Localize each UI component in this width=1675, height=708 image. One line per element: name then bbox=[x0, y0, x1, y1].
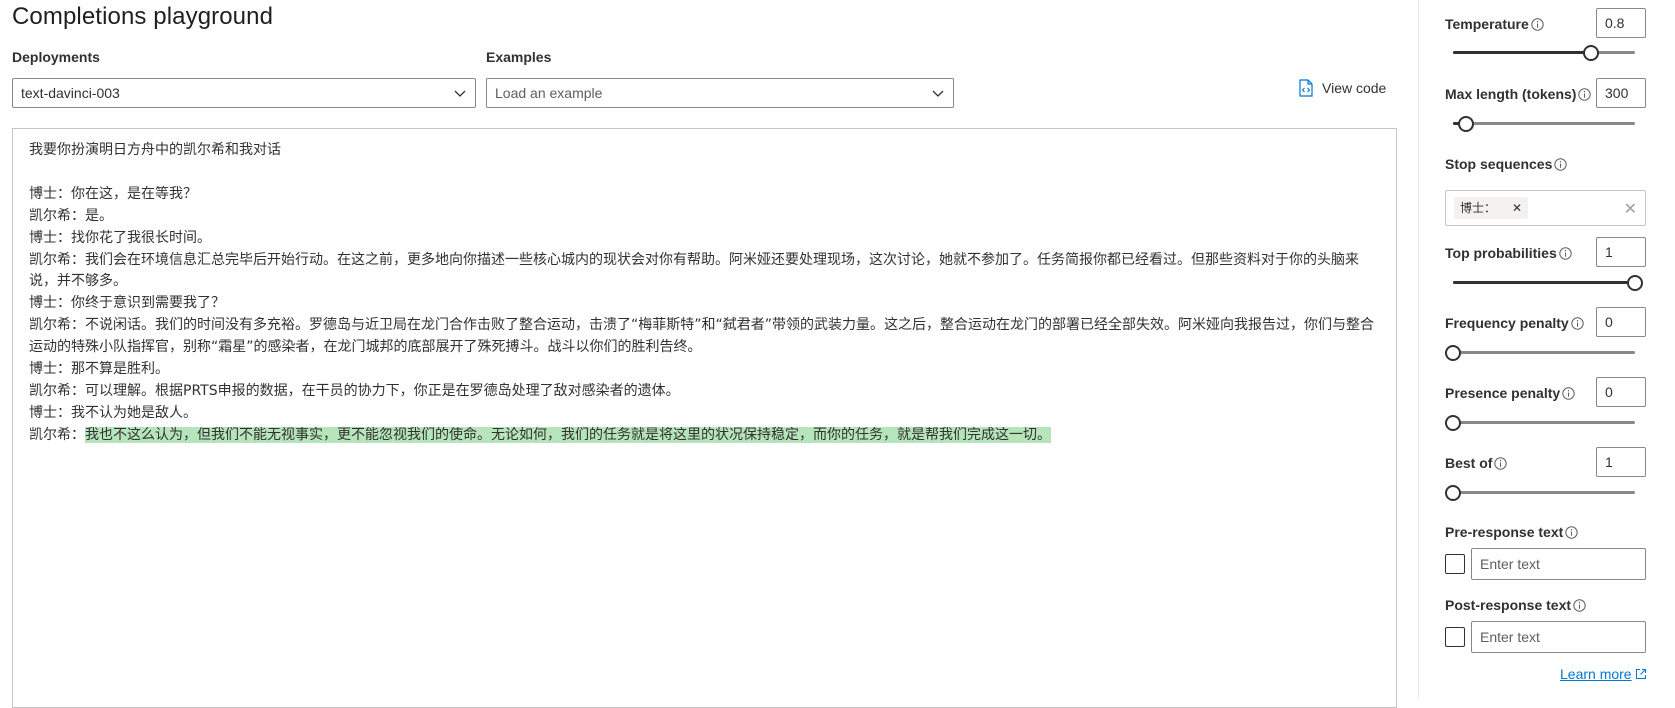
temperature-slider[interactable] bbox=[1453, 45, 1635, 61]
presence-penalty-slider[interactable] bbox=[1445, 415, 1635, 431]
info-icon[interactable] bbox=[1559, 247, 1572, 260]
view-code-button[interactable]: View code bbox=[1298, 79, 1393, 101]
temperature-input[interactable]: 0.8 bbox=[1596, 8, 1646, 38]
best-of-input[interactable]: 1 bbox=[1596, 447, 1646, 477]
generated-completion: 我也不这么认为，但我们不能无视事实，更不能忽视我们的使命。无论如何，我们的任务就… bbox=[85, 426, 1051, 443]
presence-penalty-label: Presence penalty bbox=[1445, 385, 1575, 401]
slider-thumb[interactable] bbox=[1627, 275, 1643, 291]
deployments-dropdown[interactable]: text-davinci-003 bbox=[12, 78, 476, 108]
presence-penalty-input[interactable]: 0 bbox=[1596, 377, 1646, 407]
slider-fill bbox=[1453, 281, 1635, 284]
top-p-label: Top probabilities bbox=[1445, 245, 1572, 261]
info-icon[interactable] bbox=[1554, 158, 1568, 171]
slider-fill bbox=[1453, 51, 1591, 54]
stop-sequences-label-text: Stop sequences bbox=[1445, 156, 1553, 172]
examples-placeholder: Load an example bbox=[495, 85, 603, 101]
code-file-icon bbox=[1299, 79, 1313, 97]
best-of-slider[interactable] bbox=[1445, 485, 1635, 501]
chevron-down-icon bbox=[454, 90, 466, 97]
best-of-label: Best of bbox=[1445, 455, 1508, 471]
chevron-down-icon bbox=[932, 90, 944, 97]
slider-thumb[interactable] bbox=[1445, 485, 1461, 501]
editor-line: 博士：找你花了我很长时间。 bbox=[29, 229, 211, 246]
info-icon[interactable] bbox=[1571, 317, 1584, 330]
editor-line: 博士：你终于意识到需要我了？ bbox=[29, 295, 225, 312]
max-length-slider[interactable] bbox=[1453, 116, 1635, 132]
info-icon[interactable] bbox=[1565, 526, 1578, 539]
slider-thumb[interactable] bbox=[1445, 345, 1461, 361]
temperature-label-text: Temperature bbox=[1445, 16, 1529, 32]
learn-more-link[interactable]: Learn more bbox=[1560, 666, 1647, 682]
editor-line: 博士：你在这，是在等我？ bbox=[29, 185, 197, 202]
stop-sequences-label: Stop sequences bbox=[1445, 156, 1568, 172]
editor-line: 博士：那不算是胜利。 bbox=[29, 361, 169, 378]
temperature-label: Temperature bbox=[1445, 16, 1544, 32]
pre-response-label-text: Pre-response text bbox=[1445, 524, 1564, 540]
top-p-input[interactable]: 1 bbox=[1596, 237, 1646, 267]
remove-chip-icon[interactable]: ✕ bbox=[1512, 201, 1522, 215]
pre-response-label: Pre-response text bbox=[1445, 524, 1578, 540]
max-length-label-text: Max length (tokens) bbox=[1445, 86, 1577, 102]
post-response-label: Post-response text bbox=[1445, 597, 1586, 613]
best-of-label-text: Best of bbox=[1445, 455, 1493, 471]
deployments-label: Deployments bbox=[12, 49, 100, 65]
post-response-checkbox[interactable] bbox=[1445, 627, 1465, 647]
clear-all-icon[interactable]: ✕ bbox=[1624, 199, 1637, 219]
frequency-penalty-input[interactable]: 0 bbox=[1596, 307, 1646, 337]
main-area: Completions playground Deployments Examp… bbox=[0, 0, 1418, 708]
editor-line: 凯尔希：可以理解。根据PRTS申报的数据，在干员的协力下，你正是在罗德岛处理了敌… bbox=[29, 382, 680, 399]
page-title: Completions playground bbox=[12, 3, 274, 30]
presence-penalty-label-text: Presence penalty bbox=[1445, 385, 1561, 401]
pre-response-checkbox[interactable] bbox=[1445, 554, 1465, 574]
slider-thumb[interactable] bbox=[1458, 116, 1474, 132]
slider-thumb[interactable] bbox=[1583, 45, 1599, 61]
editor-line: 凯尔希：不说闲话。我们的时间没有多充裕。罗德岛与近卫局在龙门合作击败了整合运动，… bbox=[29, 317, 1375, 356]
stop-sequence-chip: 博士： ✕ bbox=[1454, 197, 1529, 219]
info-icon[interactable] bbox=[1531, 18, 1544, 31]
external-link-icon bbox=[1635, 669, 1646, 679]
view-code-label: View code bbox=[1322, 80, 1387, 96]
info-icon[interactable] bbox=[1578, 88, 1592, 101]
post-response-label-text: Post-response text bbox=[1445, 597, 1572, 613]
slider-track bbox=[1453, 491, 1635, 494]
top-p-slider[interactable] bbox=[1453, 275, 1643, 291]
top-p-label-text: Top probabilities bbox=[1445, 245, 1557, 261]
editor-line: 我要你扮演明日方舟中的凯尔希和我对话 bbox=[29, 142, 281, 158]
editor-text: 我要你扮演明日方舟中的凯尔希和我对话 博士：你在这，是在等我？ 凯尔希：是。 博… bbox=[29, 140, 1384, 447]
editor-line-last: 凯尔希：我也不这么认为，但我们不能无视事实，更不能忽视我们的使命。无论如何，我们… bbox=[29, 425, 1384, 447]
parameters-panel: Temperature 0.8 Max length (tokens) 300 … bbox=[1418, 0, 1675, 698]
post-response-input[interactable] bbox=[1471, 621, 1646, 653]
info-icon[interactable] bbox=[1494, 457, 1508, 470]
frequency-penalty-slider[interactable] bbox=[1445, 345, 1635, 361]
slider-track bbox=[1453, 351, 1635, 354]
learn-more-label: Learn more bbox=[1560, 666, 1632, 682]
max-length-input[interactable]: 300 bbox=[1596, 78, 1646, 108]
info-icon[interactable] bbox=[1573, 599, 1586, 612]
chip-label: 博士： bbox=[1460, 201, 1497, 215]
info-icon[interactable] bbox=[1562, 387, 1575, 400]
prompt-editor[interactable]: 我要你扮演明日方舟中的凯尔希和我对话 博士：你在这，是在等我？ 凯尔希：是。 博… bbox=[12, 128, 1397, 708]
pre-response-input[interactable] bbox=[1471, 548, 1646, 580]
frequency-penalty-label-text: Frequency penalty bbox=[1445, 315, 1569, 331]
stop-sequences-input[interactable]: 博士： ✕ ✕ bbox=[1445, 190, 1646, 226]
max-length-label: Max length (tokens) bbox=[1445, 86, 1592, 102]
editor-line: 凯尔希：我们会在环境信息汇总完毕后开始行动。在这之前，更多地向你描述一些核心城内… bbox=[29, 251, 1359, 290]
last-line-prefix: 凯尔希： bbox=[29, 426, 85, 443]
slider-track bbox=[1453, 122, 1635, 125]
editor-line: 博士：我不认为她是敌人。 bbox=[29, 404, 197, 421]
slider-thumb[interactable] bbox=[1445, 415, 1461, 431]
editor-line: 凯尔希：是。 bbox=[29, 207, 113, 224]
examples-dropdown[interactable]: Load an example bbox=[486, 78, 954, 108]
examples-label: Examples bbox=[486, 49, 552, 65]
frequency-penalty-label: Frequency penalty bbox=[1445, 315, 1584, 331]
deployments-value: text-davinci-003 bbox=[21, 85, 120, 101]
slider-track bbox=[1453, 421, 1635, 424]
